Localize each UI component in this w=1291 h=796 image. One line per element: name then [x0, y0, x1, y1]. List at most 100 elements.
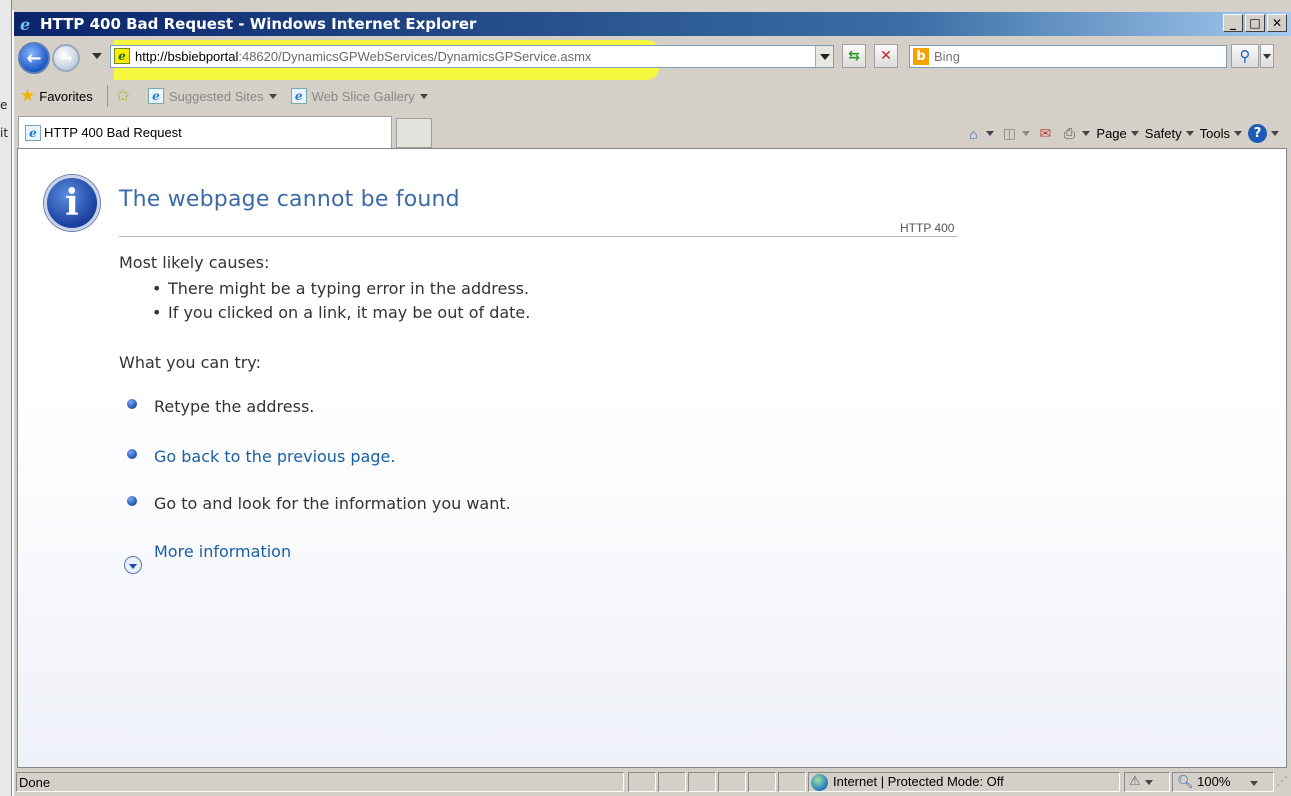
- favorites-bar: ★ Favorites ✩ e Suggested Sites e Web Sl…: [14, 82, 1291, 110]
- cause-bullet-2: •: [152, 303, 162, 322]
- page-title: The webpage cannot be found: [119, 187, 460, 212]
- cause-item-2: If you clicked on a link, it may be out …: [168, 303, 531, 322]
- add-to-favorites-icon: ✩: [115, 86, 130, 105]
- print-button[interactable]: ⎙: [1060, 125, 1091, 142]
- bing-icon: b: [913, 48, 929, 65]
- title-bar[interactable]: e HTTP 400 Bad Request - Windows Interne…: [14, 12, 1291, 36]
- address-dropdown-button[interactable]: [815, 46, 833, 67]
- status-panel-3: [688, 772, 716, 792]
- heading-divider: [119, 236, 957, 237]
- ie-logo-icon: e: [20, 15, 31, 34]
- status-panel-4: [718, 772, 746, 792]
- home-icon: ⌂: [969, 125, 978, 142]
- suggested-sites-button[interactable]: e Suggested Sites: [147, 88, 277, 104]
- edge-text-1: e: [0, 98, 8, 112]
- refresh-button[interactable]: ⇆: [842, 44, 866, 68]
- status-text: Done: [16, 772, 624, 792]
- read-mail-button[interactable]: ✉: [1036, 125, 1054, 142]
- info-icon: i: [44, 175, 100, 231]
- stop-button[interactable]: ✕: [874, 44, 898, 68]
- command-bar: ⌂ ◫ ✉ ⎙ Page Safety Tools ?: [964, 124, 1279, 143]
- safety-menu[interactable]: Safety: [1145, 126, 1194, 141]
- navigation-bar: ← → e http://bsbiebportal:48620/Dynamics…: [14, 40, 1291, 80]
- http-status-code: HTTP 400: [900, 221, 955, 235]
- search-options-dropdown[interactable]: [1260, 44, 1274, 68]
- resize-grip-icon[interactable]: ⋰: [1276, 774, 1288, 788]
- status-panel-1: [628, 772, 656, 792]
- url-host: http://bsbiebportal: [135, 49, 239, 64]
- status-bar: Done Internet | Protected Mode: Off ⚠ 🔍︎…: [14, 770, 1291, 794]
- try-item-go-to: Go to and look for the information you w…: [154, 494, 511, 513]
- page-content: i The webpage cannot be found HTTP 400 M…: [17, 148, 1287, 768]
- edge-text-2: it: [0, 126, 9, 140]
- suggested-sites-icon: e: [147, 88, 164, 104]
- try-heading: What you can try:: [119, 353, 261, 372]
- cause-bullet-1: •: [152, 279, 162, 298]
- popup-lock-icon: ⚠: [1129, 773, 1141, 788]
- ie-window: e HTTP 400 Bad Request - Windows Interne…: [12, 10, 1291, 796]
- mail-icon: ✉: [1039, 125, 1052, 141]
- causes-heading: Most likely causes:: [119, 253, 270, 272]
- rss-feed-icon: ◫: [1002, 125, 1017, 141]
- cause-item-1: There might be a typing error in the add…: [168, 279, 530, 298]
- web-slice-gallery-icon: e: [290, 88, 307, 104]
- suggested-sites-label: Suggested Sites: [168, 88, 264, 104]
- web-slice-gallery-label: Web Slice Gallery: [311, 88, 415, 104]
- tab-row: e HTTP 400 Bad Request ⌂ ◫ ✉ ⎙ Page Safe…: [14, 116, 1291, 148]
- status-panel-6: [778, 772, 806, 792]
- window-title: HTTP 400 Bad Request - Windows Internet …: [40, 15, 477, 33]
- search-button[interactable]: ⚲: [1231, 44, 1259, 68]
- background-window-edge: e it: [0, 0, 12, 796]
- search-box[interactable]: b Bing: [909, 45, 1227, 68]
- add-favorites-button[interactable]: ✩: [116, 86, 134, 106]
- favorites-star-icon: ★: [20, 86, 36, 105]
- page-favicon-icon: e: [114, 48, 130, 64]
- close-window-button[interactable]: ✕: [1267, 14, 1287, 32]
- page-menu[interactable]: Page: [1096, 126, 1139, 141]
- favorites-separator: [106, 85, 108, 107]
- status-panel-2: [658, 772, 686, 792]
- address-bar[interactable]: e http://bsbiebportal:48620/DynamicsGPWe…: [110, 45, 834, 68]
- try-bullet-icon-3: [127, 496, 137, 506]
- minimize-button[interactable]: _: [1223, 14, 1243, 32]
- forward-button[interactable]: →: [52, 44, 80, 72]
- favorites-button[interactable]: ★ Favorites: [20, 86, 93, 106]
- web-slice-dropdown-icon: [419, 93, 428, 99]
- tools-menu-label: Tools: [1199, 126, 1230, 141]
- expand-more-info-icon[interactable]: [124, 556, 142, 574]
- try-bullet-icon-2: [127, 449, 137, 459]
- home-button[interactable]: ⌂: [964, 125, 995, 142]
- printer-icon: ⎙: [1063, 125, 1075, 141]
- more-information-link[interactable]: More information: [154, 542, 291, 561]
- protected-mode-button[interactable]: ⚠: [1124, 772, 1170, 792]
- tab-title: HTTP 400 Bad Request: [44, 125, 182, 140]
- zoom-control[interactable]: 🔍︎ 100%: [1172, 772, 1274, 792]
- page-menu-label: Page: [1096, 126, 1127, 141]
- security-zone-label: Internet | Protected Mode: Off: [833, 774, 1004, 789]
- history-dropdown-icon[interactable]: [92, 53, 102, 59]
- web-slice-gallery-button[interactable]: e Web Slice Gallery: [290, 88, 428, 104]
- zoom-icon: 🔍︎: [1177, 774, 1194, 789]
- feeds-button[interactable]: ◫: [1000, 125, 1031, 142]
- go-back-link[interactable]: Go back to the previous page.: [154, 447, 395, 466]
- security-zone[interactable]: Internet | Protected Mode: Off: [808, 772, 1120, 792]
- zoom-level: 100%: [1197, 774, 1231, 789]
- maximize-button[interactable]: □: [1245, 14, 1265, 32]
- tab-favicon-icon: e: [25, 124, 41, 141]
- internet-globe-icon: [811, 774, 828, 792]
- search-placeholder: Bing: [934, 49, 961, 64]
- try-bullet-icon-1: [127, 399, 137, 409]
- address-url[interactable]: http://bsbiebportal:48620/DynamicsGPWebS…: [135, 49, 591, 64]
- safety-menu-label: Safety: [1144, 126, 1182, 141]
- help-icon: ?: [1248, 124, 1267, 143]
- tools-menu[interactable]: Tools: [1200, 126, 1242, 141]
- new-tab-button[interactable]: [396, 118, 432, 148]
- url-path: :48620/DynamicsGPWebServices/DynamicsGPS…: [238, 49, 592, 64]
- tab-http-400[interactable]: e HTTP 400 Bad Request: [18, 116, 392, 148]
- help-menu[interactable]: ?: [1248, 124, 1279, 143]
- try-item-retype: Retype the address.: [154, 397, 315, 416]
- suggested-sites-dropdown-icon: [268, 93, 277, 99]
- status-panel-5: [748, 772, 776, 792]
- favorites-label: Favorites: [39, 88, 93, 104]
- back-button[interactable]: ←: [18, 42, 50, 74]
